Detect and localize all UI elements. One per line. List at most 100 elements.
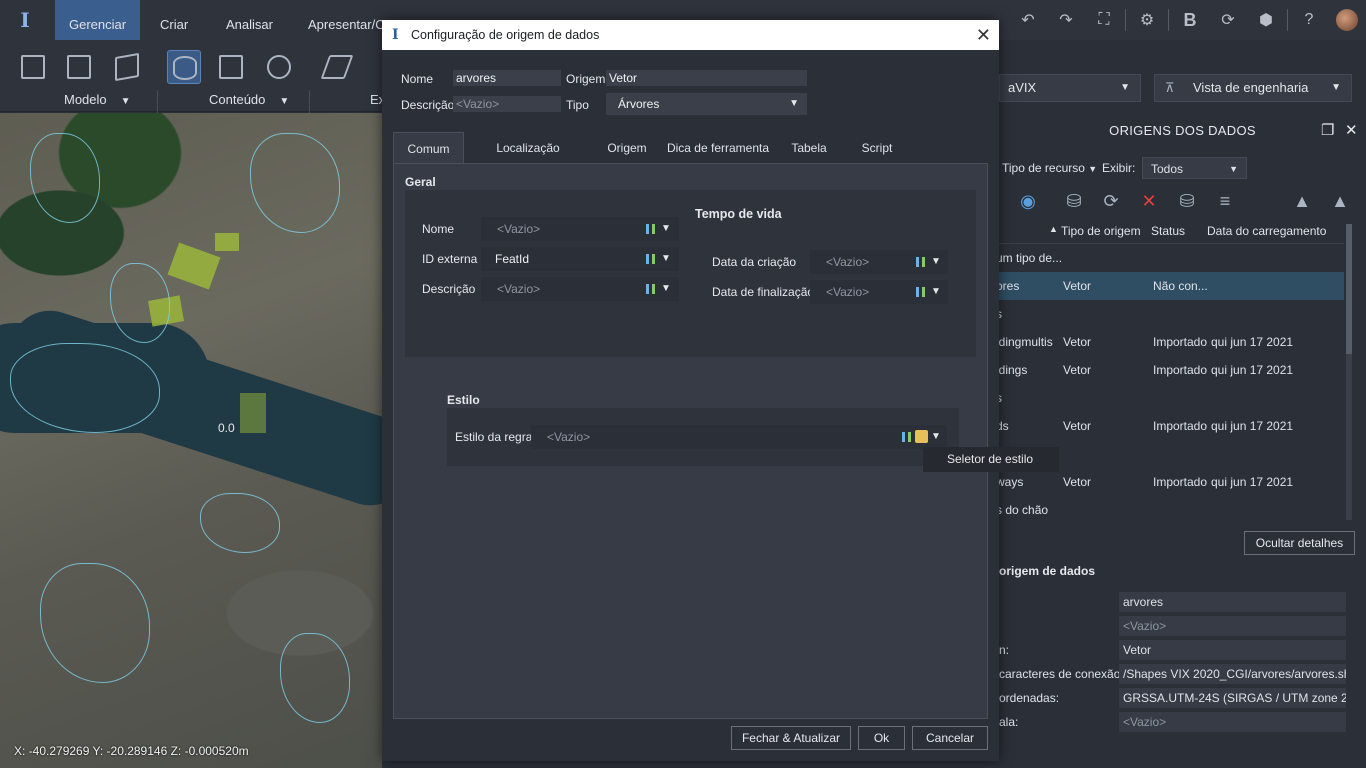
scrollbar-thumb[interactable] xyxy=(1346,224,1352,354)
tab-tabela[interactable]: Tabela xyxy=(785,132,833,164)
table-row[interactable]: ores Vetor Não con... xyxy=(996,272,1344,300)
ribbon-data-sources-icon[interactable] xyxy=(167,50,201,84)
table-row[interactable]: um tipo de... xyxy=(996,244,1344,272)
ribbon-model-layout-icon[interactable] xyxy=(62,50,96,84)
shapes-edit-icon[interactable]: ▲ xyxy=(1327,188,1353,214)
column-header-date[interactable]: Data do carregamento xyxy=(1207,224,1326,238)
ribbon-group-conteudo[interactable]: Conteúdo ▼ xyxy=(209,92,289,107)
ribbon-group-modelo[interactable]: Modelo ▼ xyxy=(64,92,131,107)
undo-icon[interactable]: ↶ xyxy=(1009,0,1047,40)
external-id-input[interactable]: FeatId ▼ xyxy=(481,247,679,271)
end-date-input[interactable]: <Vazio> ▼ xyxy=(810,280,948,304)
ok-button[interactable]: Ok xyxy=(858,726,905,750)
rule-style-input[interactable]: <Vazio> ▼ xyxy=(531,425,947,449)
type-label: Tipo xyxy=(566,98,589,112)
ribbon-export-icon[interactable] xyxy=(366,50,382,84)
toolbar-divider xyxy=(1287,9,1288,31)
property-value[interactable]: arvores xyxy=(1119,592,1346,612)
ribbon-globe-icon[interactable] xyxy=(262,50,296,84)
table-row[interactable]: s xyxy=(996,384,1344,412)
style-selector-icon[interactable] xyxy=(915,430,928,443)
general-name-input[interactable]: <Vazio> ▼ xyxy=(481,217,679,241)
user-menu[interactable] xyxy=(1328,0,1366,40)
add-database-icon[interactable]: ⛁ xyxy=(1061,188,1087,214)
general-description-input[interactable]: <Vazio> ▼ xyxy=(481,277,679,301)
map-outline xyxy=(30,133,100,223)
tab-dica-de-ferramenta[interactable]: Dica de ferramenta xyxy=(665,132,771,164)
chevron-down-icon: ▼ xyxy=(279,96,290,107)
grid-scrollbar[interactable] xyxy=(1346,224,1352,520)
close-and-update-button[interactable]: Fechar & Atualizar xyxy=(731,726,851,750)
ribbon-content-grid-icon[interactable] xyxy=(214,50,248,84)
table-row[interactable]: ldings Vetor Importado qui jun 17 2021 xyxy=(996,356,1344,384)
close-icon[interactable]: ✕ xyxy=(976,20,991,50)
table-row[interactable]: s do chão xyxy=(996,496,1344,524)
data-binding-icon[interactable] xyxy=(915,256,927,268)
column-header-type[interactable]: Tipo de origem xyxy=(1061,224,1141,238)
delete-icon[interactable]: ✕ xyxy=(1136,188,1162,214)
project-dropdown[interactable]: aVIX ▼ xyxy=(999,74,1141,102)
tab-origem[interactable]: Origem xyxy=(601,132,653,164)
creation-date-input[interactable]: <Vazio> ▼ xyxy=(810,250,948,274)
settings-icon[interactable]: ⚙ xyxy=(1128,0,1166,40)
resource-type-filter[interactable]: Tipo de recurso ▼ xyxy=(1002,157,1097,179)
tab-gerenciar[interactable]: Gerenciar xyxy=(55,0,141,40)
redo-icon[interactable]: ↷ xyxy=(1047,0,1085,40)
app-logo-icon[interactable]: I xyxy=(14,8,36,32)
bentley-icon[interactable]: B xyxy=(1171,0,1209,40)
show-filter-dropdown[interactable]: Todos ▼ xyxy=(1142,157,1247,179)
property-value[interactable]: /Shapes VIX 2020_CGI/arvores/arvores.shp… xyxy=(1119,664,1346,684)
refresh-icon[interactable]: ⟳ xyxy=(1098,188,1124,214)
add-online-source-icon[interactable]: ◉ xyxy=(1015,188,1041,214)
hide-details-button[interactable]: Ocultar detalhes xyxy=(1244,531,1355,555)
ribbon-layers-icon[interactable] xyxy=(320,50,354,84)
data-binding-icon[interactable] xyxy=(915,286,927,298)
data-binding-icon[interactable] xyxy=(901,431,913,443)
general-section-title: Geral xyxy=(405,175,436,189)
shapes-icon[interactable]: ▲ xyxy=(1289,188,1315,214)
tab-script[interactable]: Script xyxy=(855,132,899,164)
property-value[interactable]: Vetor xyxy=(1119,640,1346,660)
table-row[interactable]: s xyxy=(996,300,1344,328)
data-binding-icon[interactable] xyxy=(645,283,657,295)
close-icon[interactable]: ✕ xyxy=(1345,118,1358,144)
chevron-down-icon[interactable]: ▼ xyxy=(931,250,941,274)
tab-localizacao-geografica[interactable]: Localização geográfica xyxy=(469,132,587,187)
map-viewport[interactable]: 0.0 xyxy=(0,113,382,768)
chevron-down-icon[interactable]: ▼ xyxy=(931,280,941,304)
help-icon[interactable]: ? xyxy=(1290,0,1328,40)
property-value[interactable]: <Vazio> xyxy=(1119,712,1346,732)
ribbon-model-properties-icon[interactable] xyxy=(16,50,50,84)
restore-icon[interactable]: ❐ xyxy=(1321,118,1335,144)
tab-comum[interactable]: Comum xyxy=(393,132,464,164)
chevron-down-icon[interactable]: ▼ xyxy=(661,277,671,301)
layers-icon[interactable]: ≡ xyxy=(1212,188,1238,214)
tab-analisar[interactable]: Analisar xyxy=(212,0,287,40)
tab-criar[interactable]: Criar xyxy=(146,0,202,40)
table-row[interactable]: ways Vetor Importado qui jun 17 2021 xyxy=(996,468,1344,496)
general-group: Nome <Vazio> ▼ ID externa FeatId ▼ Descr… xyxy=(405,190,976,357)
chevron-down-icon[interactable]: ▼ xyxy=(931,425,941,449)
view-dropdown[interactable]: ⊼ Vista de engenharia ▼ xyxy=(1154,74,1352,102)
property-value[interactable]: GRSSA.UTM-24S (SIRGAS / UTM zone 24S) xyxy=(1119,688,1346,708)
data-binding-icon[interactable] xyxy=(645,223,657,235)
fit-screen-icon[interactable]: ⛶ xyxy=(1085,0,1123,40)
name-field[interactable]: arvores xyxy=(453,70,561,86)
data-binding-icon[interactable] xyxy=(645,253,657,265)
description-field[interactable]: <Vazio> xyxy=(453,96,561,112)
package-icon[interactable]: ⬢ xyxy=(1247,0,1285,40)
chevron-down-icon[interactable]: ▼ xyxy=(661,217,671,241)
property-value[interactable]: <Vazio> xyxy=(1119,616,1346,636)
database-icon[interactable]: ⛁ xyxy=(1174,188,1200,214)
ribbon-model-map-icon[interactable] xyxy=(110,50,144,84)
type-dropdown[interactable]: Árvores ▼ xyxy=(606,93,807,115)
cell-name: ldingmultis xyxy=(996,335,1053,349)
column-header-status[interactable]: Status xyxy=(1151,224,1185,238)
origin-field: Vetor xyxy=(606,70,807,86)
chevron-down-icon[interactable]: ▼ xyxy=(661,247,671,271)
cancel-button[interactable]: Cancelar xyxy=(912,726,988,750)
table-row[interactable]: ds Vetor Importado qui jun 17 2021 xyxy=(996,412,1344,440)
table-row[interactable]: ldingmultis Vetor Importado qui jun 17 2021 xyxy=(996,328,1344,356)
sync-icon[interactable]: ⟳ xyxy=(1209,0,1247,40)
sort-asc-icon[interactable]: ▲ xyxy=(1049,224,1058,234)
